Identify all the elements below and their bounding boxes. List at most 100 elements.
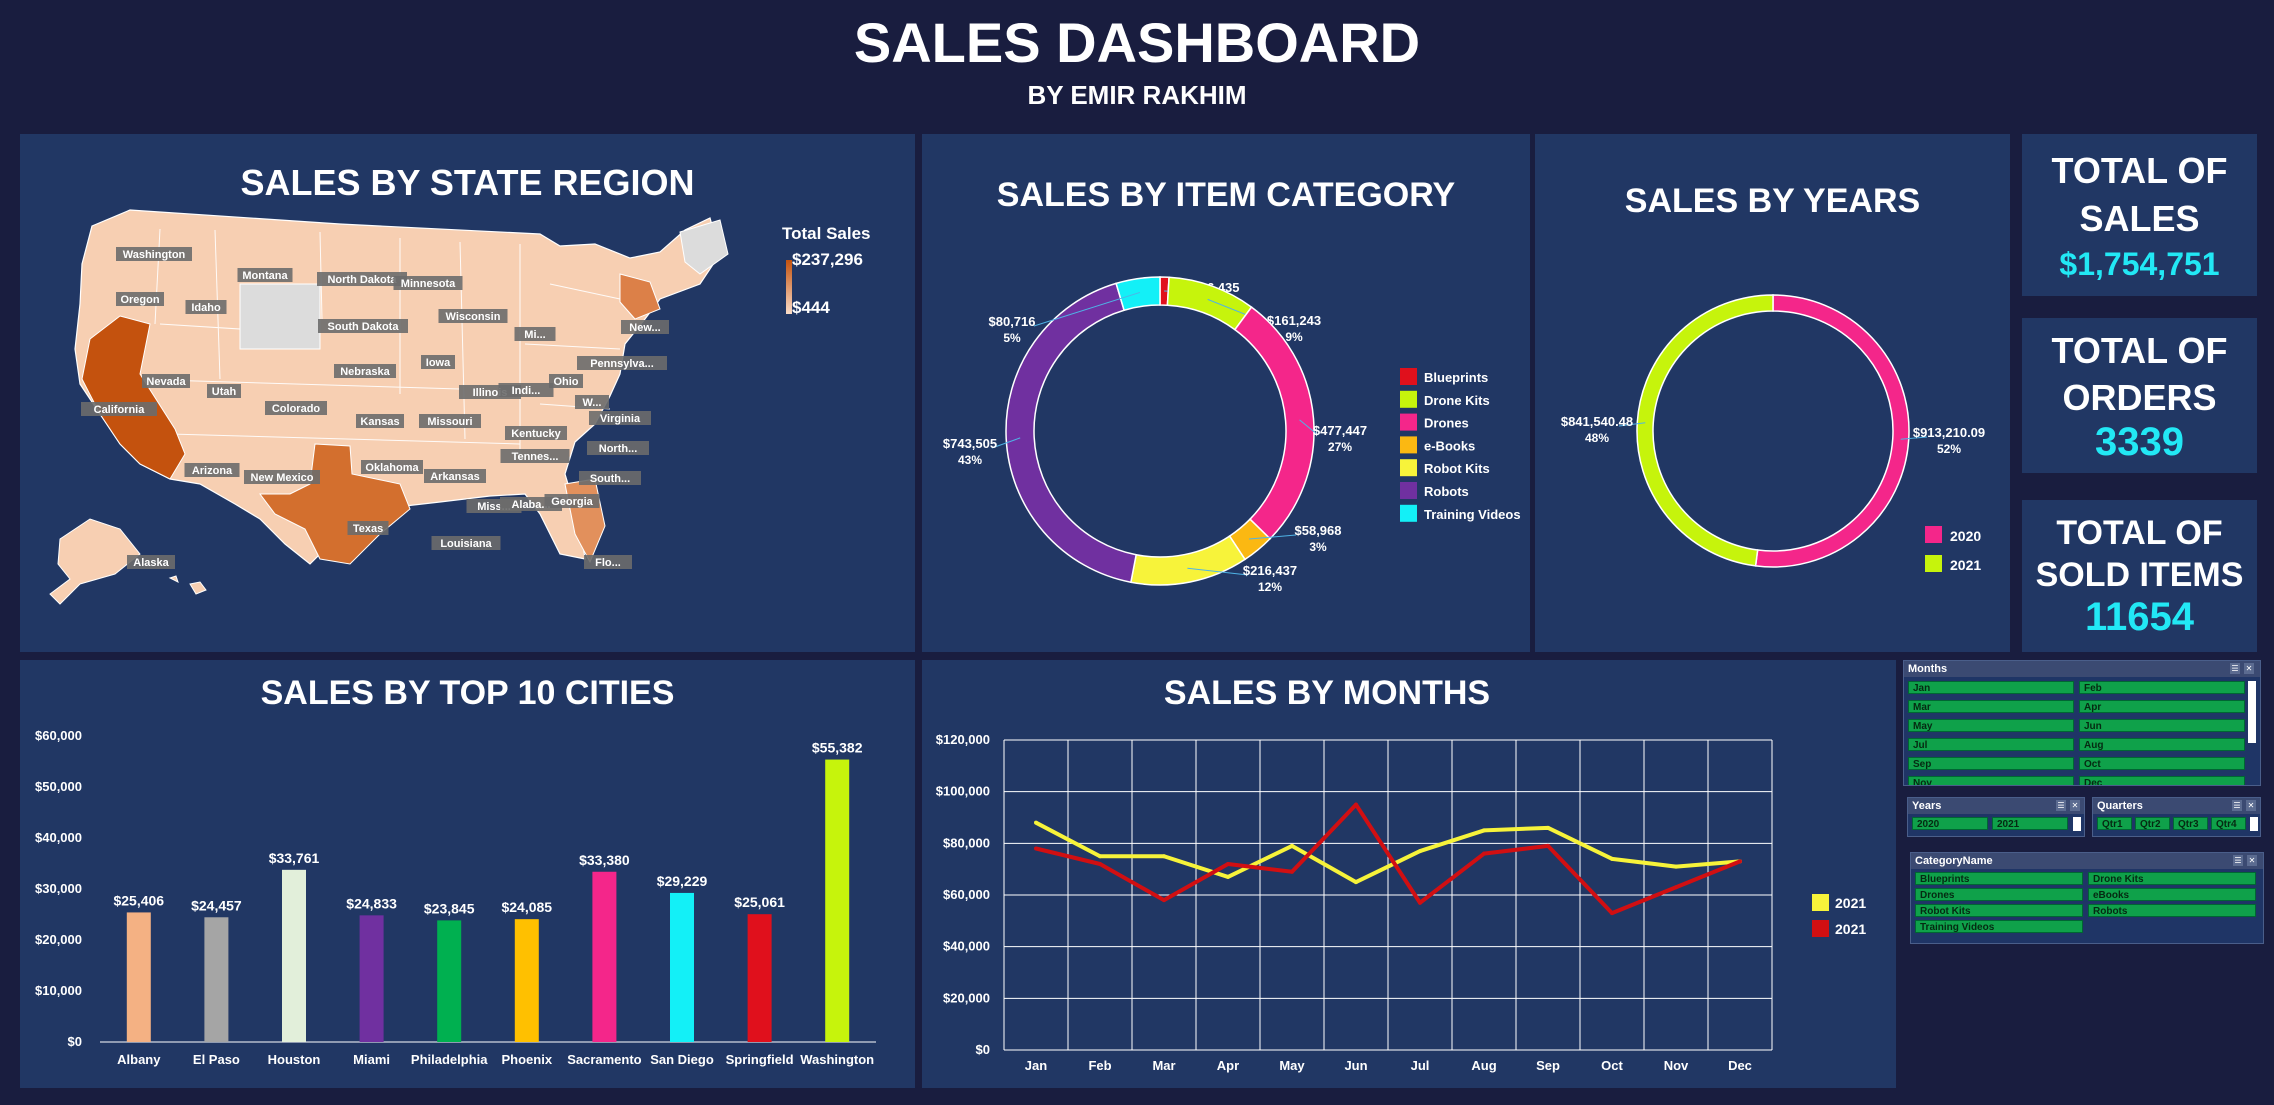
x-tick-label: Mar [1152,1058,1175,1073]
state-label: California [94,404,146,416]
data-label-percent: 3% [1309,540,1327,554]
y-tick-label: $40,000 [943,939,990,954]
slicer-item[interactable]: Qtr4 [2211,817,2246,830]
slicer-item[interactable]: Aug [2079,738,2245,751]
slicer-item[interactable]: Qtr2 [2135,817,2170,830]
slicer-item[interactable]: 2020 [1912,817,1988,830]
slicer-item[interactable]: Qtr3 [2173,817,2208,830]
series-point [1546,843,1550,848]
data-label-value: $161,243 [1267,313,1321,328]
multiselect-icon[interactable]: ☰ [2233,855,2243,866]
slicer-item[interactable]: Drone Kits [2088,872,2256,885]
slicer-item[interactable]: Qtr1 [2097,817,2132,830]
us-states-map: Washington Montana North Dakota Minnesota Or… [49,209,792,605]
slicer-item[interactable]: May [1908,719,2074,732]
bar-value-label: $25,406 [113,892,164,908]
state-label: Arkansas [430,471,480,483]
state-label: Nevada [146,376,186,388]
state-label: W... [583,397,602,409]
bar [514,919,539,1042]
state-label: Utah [212,386,237,398]
bar-value-label: $24,457 [191,897,242,913]
slicer-item[interactable]: Mar [1908,700,2074,713]
series-point [1098,862,1102,866]
slicer-item[interactable]: Apr [2079,700,2245,713]
x-tick-label: Sep [1536,1058,1560,1073]
slicer-item[interactable]: Sep [1908,757,2074,770]
donut-slice-2021 [1636,294,1774,567]
bar-value-label: $33,761 [269,850,320,866]
years-scrollbar[interactable] [2073,817,2081,831]
slicer-item[interactable]: 2021 [1992,817,2068,830]
slicer-item[interactable]: Feb [2079,681,2245,694]
state-label: New... [629,322,660,334]
kpi-total-sales: TOTAL OF SALES $1,754,751 [2022,134,2257,296]
state-label: Idaho [191,302,221,314]
y-tick-label: $0 [68,1034,82,1049]
slicer-item[interactable]: Nov [1908,776,2074,785]
cities-bar-chart: $0 $10,000 $20,000 $30,000 $40,000 $50,000 $60… [35,728,876,1067]
state-label: Nebraska [340,366,390,378]
state-label: South Dakota [328,321,400,333]
slicer-item[interactable]: Jun [2079,719,2245,732]
slicer-item[interactable]: Jul [1908,738,2074,751]
state-label: North... [599,443,638,455]
category-donut-chart: $16,4351%$161,2439%$477,44727%$58,9683%$… [943,276,1521,594]
donut-slice-training-videos [1115,276,1161,312]
clear-filter-icon[interactable]: ✕ [2246,800,2256,811]
x-tick-label: Washington [800,1052,874,1067]
state-label: Montana [242,270,288,282]
dashboard-title: SALES DASHBOARD [853,11,1421,74]
series-point [1674,885,1678,890]
y-tick-label: $100,000 [936,784,990,799]
series-point [1354,802,1358,807]
multiselect-icon[interactable]: ☰ [2230,663,2240,674]
slicer-item[interactable]: Drones [1915,888,2083,901]
kpi-label-line2: SALES [2079,198,2200,239]
x-tick-label: Springfield [726,1052,794,1067]
months-slicer[interactable]: Months ☰ ✕ Jan Feb Mar Apr May Jun Jul Aug Sep Oc… [1903,660,2261,786]
slicer-item[interactable]: Dec [2079,776,2245,785]
months-scrollbar[interactable] [2248,681,2256,743]
bar [825,759,850,1042]
kpi-label-line1: TOTAL OF [2051,330,2228,371]
series-point [1034,820,1038,825]
slicer-item[interactable]: Oct [2079,757,2245,770]
data-label-value: $216,437 [1243,563,1297,578]
x-tick-label: Apr [1217,1058,1239,1073]
legend-label: 2021 [1835,921,1866,937]
series-point [1290,843,1294,848]
clear-filter-icon[interactable]: ✕ [2244,663,2254,674]
x-tick-label: Jun [1344,1058,1367,1073]
slicer-item[interactable]: Jan [1908,681,2074,694]
kpi-label-line1: TOTAL OF [2051,150,2228,191]
multiselect-icon[interactable]: ☰ [2232,800,2242,811]
series-point [1034,846,1038,851]
series-point [1098,854,1102,859]
state-label: Minnesota [401,278,456,290]
state-label: Colorado [272,403,321,415]
data-label-percent: 27% [1328,440,1352,454]
series-point [1418,900,1422,905]
slicer-item[interactable]: Robots [2088,904,2256,917]
category-slicer[interactable]: CategoryName ☰ ✕ Blueprints Drone Kits Dro… [1910,852,2264,944]
slicer-item[interactable]: Training Videos [1915,920,2083,933]
clear-filter-icon[interactable]: ✕ [2247,855,2257,866]
multiselect-icon[interactable]: ☰ [2056,800,2066,811]
slicer-item[interactable]: eBooks [2088,888,2256,901]
quarters-scrollbar[interactable] [2250,817,2258,831]
state-label: Kentucky [511,428,561,440]
x-tick-label: San Diego [650,1052,714,1067]
years-slicer[interactable]: Years ☰ ✕ 2020 2021 [1907,797,2085,837]
slicer-item[interactable]: Blueprints [1915,872,2083,885]
legend-label: 2021 [1950,557,1981,573]
quarters-slicer[interactable]: Quarters ☰ ✕ Qtr1 Qtr2 Qtr3 Qtr4 [2092,797,2261,837]
x-tick-label: Miami [353,1052,390,1067]
bar [592,871,617,1042]
slicer-item[interactable]: Robot Kits [1915,904,2083,917]
x-tick-label: El Paso [193,1052,240,1067]
data-label-percent: 5% [1003,331,1021,345]
legend-label: 2020 [1950,528,1981,544]
bar [126,912,151,1042]
clear-filter-icon[interactable]: ✕ [2070,800,2080,811]
